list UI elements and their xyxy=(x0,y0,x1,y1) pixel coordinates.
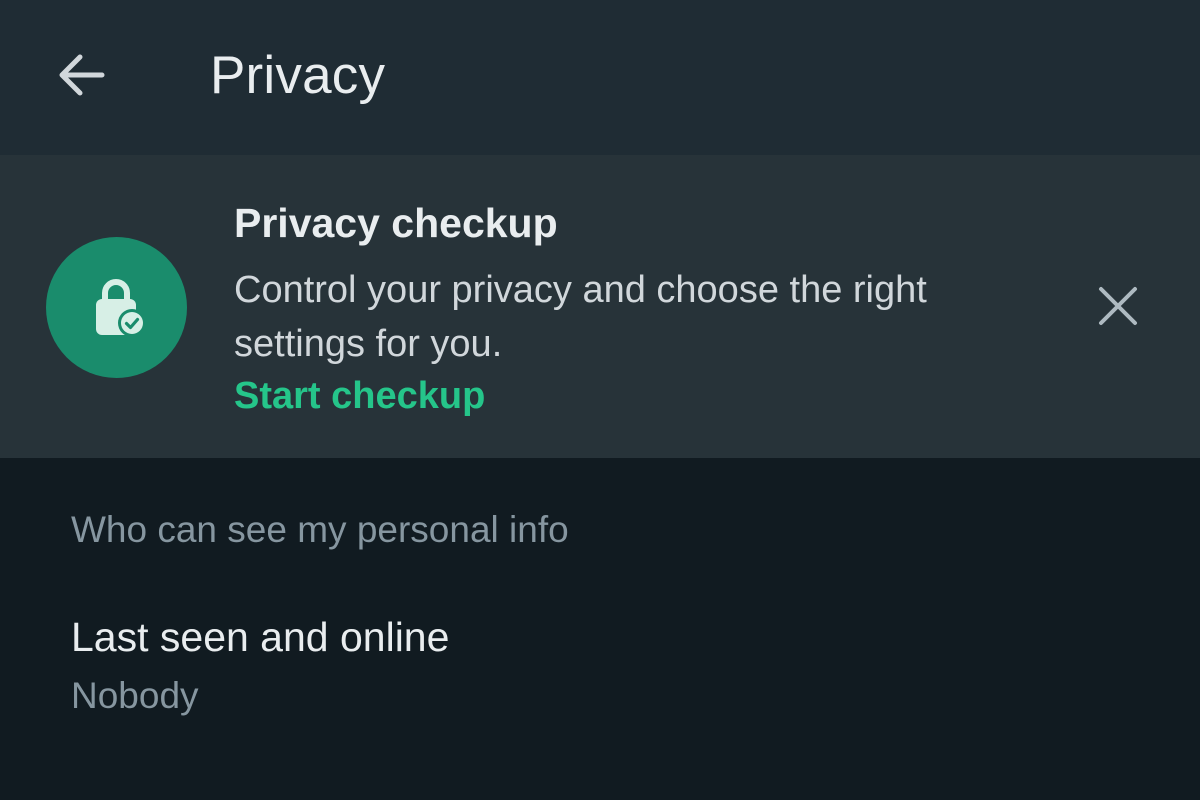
close-icon xyxy=(1099,287,1137,325)
section-header: Who can see my personal info xyxy=(71,509,569,550)
dismiss-banner-button[interactable] xyxy=(1088,276,1148,336)
start-checkup-link[interactable]: Start checkup xyxy=(234,370,485,422)
privacy-screen: Privacy Privacy checkup Control your pri… xyxy=(0,0,1200,800)
back-button[interactable] xyxy=(50,46,114,104)
arrow-left-icon xyxy=(59,54,105,96)
lock-check-icon xyxy=(46,237,187,378)
privacy-checkup-banner[interactable]: Privacy checkup Control your privacy and… xyxy=(0,155,1200,458)
page-title: Privacy xyxy=(210,46,386,105)
banner-description: Control your privacy and choose the righ… xyxy=(234,269,927,365)
app-bar: Privacy xyxy=(0,0,1200,155)
setting-value: Nobody xyxy=(71,675,199,716)
banner-title: Privacy checkup xyxy=(234,200,558,246)
last-seen-setting[interactable]: Last seen and online Nobody xyxy=(0,590,1200,750)
setting-title: Last seen and online xyxy=(71,614,450,660)
